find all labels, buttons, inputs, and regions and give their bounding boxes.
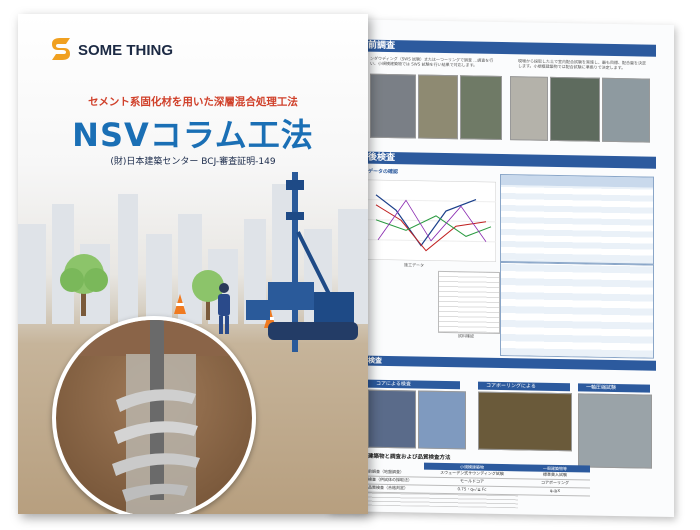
core-photo <box>368 389 416 449</box>
section-band-inspection: 後検査 <box>338 151 656 169</box>
site-photo <box>418 74 458 140</box>
cover-subtitle: セメント系固化材を用いた深層混合処理工法 <box>88 96 298 108</box>
compression-test-photo <box>578 393 652 469</box>
table-cell: 検査（供試体の採取法） <box>368 476 412 483</box>
logo-icon <box>52 38 70 60</box>
footnote-lines <box>368 491 518 509</box>
chart-caption: 試料確認 <box>458 333 474 339</box>
construction-chart <box>366 179 496 262</box>
lab-photo <box>510 76 548 141</box>
back-page: 前調査 ンダウディング（SWS 試験）または一つーリングで調査 …調査を行い、小… <box>328 18 674 518</box>
traffic-cone-icon <box>174 294 186 314</box>
data-table-lower <box>500 261 654 359</box>
ground-cross-section <box>52 316 256 514</box>
lab-photo <box>602 77 650 143</box>
boring-photo <box>478 391 572 452</box>
photo-caption: コアによる検査 <box>368 379 460 390</box>
cover-title: NSVコラム工法 <box>72 116 314 154</box>
tree-icon <box>60 254 108 316</box>
site-photo <box>460 75 502 141</box>
lab-photo <box>550 76 600 142</box>
section-title: 前調査 <box>368 40 396 52</box>
table-title: 建築物と調査および品質検査方法 <box>368 453 451 462</box>
section-band-survey: 前調査 <box>338 39 656 57</box>
body-text: 現場から採取した土で室内配合試験を実施し、最も目標、配合量を決定します。小規模建… <box>518 58 646 71</box>
core-photo <box>418 390 466 450</box>
table-cell: qᵤ≧X <box>549 487 561 494</box>
data-table-upper <box>500 173 654 265</box>
certification-text: (財)日本建築センター BCJ-審査証明-149 <box>110 157 276 167</box>
front-cover: SOME THING セメント系固化材を用いた深層混合処理工法 NSVコラム工法… <box>18 14 368 514</box>
photo-caption: 一軸圧縮試験 <box>578 383 650 393</box>
brand-name: SOME THING <box>78 42 174 59</box>
section-title: 後検査 <box>368 152 396 164</box>
photo-caption: コアボーリングによる <box>478 381 570 392</box>
subsection-label: データの確認 <box>368 168 399 176</box>
body-text: ンダウディング（SWS 試験）または一つーリングで調査 …調査を行い、小規模建築… <box>370 55 494 68</box>
table-cell: コアボーリング <box>541 479 569 486</box>
site-photo <box>370 73 416 139</box>
section-title: 検査 <box>368 356 382 365</box>
sample-grid <box>438 270 500 334</box>
mixing-auger-icon <box>56 320 252 514</box>
drilling-rig <box>246 172 358 352</box>
chart-caption: 施工データ <box>404 262 424 268</box>
table-cell: 前調査（地盤調査） <box>368 468 404 475</box>
table-cell: 標準貫入試験 <box>543 471 567 478</box>
